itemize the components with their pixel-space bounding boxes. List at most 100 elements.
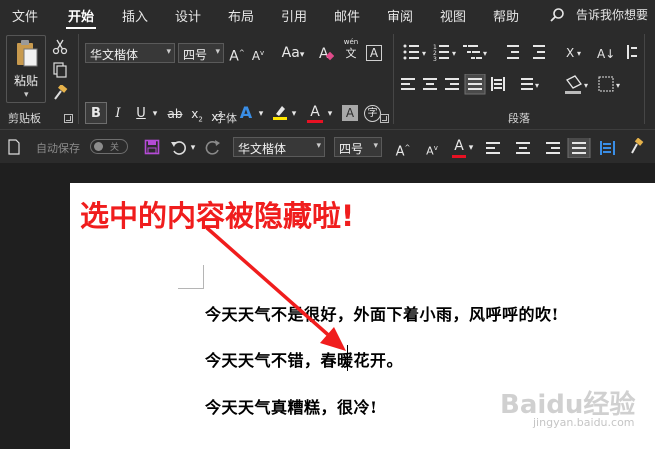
chevron-down-icon: ▾ bbox=[316, 141, 321, 151]
cut-icon[interactable] bbox=[52, 39, 68, 55]
shrink-font-button[interactable]: Av bbox=[250, 44, 266, 63]
qat-font-size-dropdown[interactable]: 四号 ▾ bbox=[334, 137, 382, 157]
toggle-knob bbox=[94, 142, 103, 151]
menu-references[interactable]: 引用 bbox=[281, 6, 307, 25]
save-icon[interactable] bbox=[144, 139, 160, 155]
chevron-down-icon[interactable]: ▾ bbox=[256, 105, 266, 123]
caret-up-icon: ^ bbox=[238, 49, 245, 57]
underline-button[interactable]: U bbox=[133, 105, 149, 123]
redo-icon[interactable] bbox=[205, 139, 221, 155]
font-size-dropdown[interactable]: 四号 ▾ bbox=[178, 43, 224, 63]
clear-formatting-icon[interactable]: A bbox=[318, 45, 334, 61]
svg-text:▾: ▾ bbox=[452, 49, 456, 58]
undo-icon[interactable] bbox=[170, 139, 186, 155]
qat-font-name-value: 华文楷体 bbox=[238, 142, 287, 156]
paragraph-align-toolbar: ▾ ▾ ▾ bbox=[401, 74, 620, 95]
highlighter-icon[interactable] bbox=[272, 104, 288, 120]
clipboard-launcher-icon[interactable] bbox=[64, 114, 73, 123]
font-launcher-icon[interactable] bbox=[380, 114, 389, 123]
qat-align-toolbar bbox=[486, 138, 644, 158]
autosave-toggle[interactable]: 关 bbox=[90, 139, 128, 154]
svg-text:A: A bbox=[319, 46, 329, 61]
chevron-down-icon: ▾ bbox=[373, 141, 378, 151]
character-shading-button[interactable]: A bbox=[342, 105, 358, 121]
phonetic-guide-button[interactable]: wén 文 bbox=[340, 37, 362, 67]
strikethrough-button[interactable]: ab bbox=[166, 105, 184, 123]
font-color-swatch bbox=[307, 120, 323, 123]
phonetic-guide-bottom: 文 bbox=[345, 47, 357, 60]
svg-text:▾: ▾ bbox=[584, 81, 588, 90]
paste-label: 粘贴 bbox=[14, 74, 39, 88]
menu-design[interactable]: 设计 bbox=[175, 6, 201, 25]
chevron-down-icon: ▾ bbox=[299, 50, 305, 60]
autosave-state: 关 bbox=[110, 143, 120, 153]
search-icon[interactable] bbox=[549, 7, 565, 23]
qat-font-size-value: 四号 bbox=[339, 142, 364, 156]
menu-review[interactable]: 审阅 bbox=[387, 6, 413, 25]
qat-grow-font-button[interactable]: A^ bbox=[395, 139, 411, 160]
text-effects-button[interactable]: A bbox=[238, 104, 254, 122]
svg-text:▾: ▾ bbox=[483, 49, 487, 58]
format-painter-icon[interactable] bbox=[52, 85, 68, 101]
character-border-button[interactable]: A bbox=[366, 45, 382, 61]
grow-font-button[interactable]: A^ bbox=[229, 44, 245, 65]
menu-layout[interactable]: 布局 bbox=[228, 6, 254, 25]
tell-me-search[interactable]: 告诉我你想要 bbox=[576, 6, 648, 23]
svg-text:▾: ▾ bbox=[577, 49, 581, 58]
paragraph-group-label: 段落 bbox=[508, 112, 530, 125]
chevron-down-icon: ▾ bbox=[24, 90, 29, 100]
font-color-button[interactable]: A bbox=[307, 103, 323, 121]
menu-mailings[interactable]: 邮件 bbox=[334, 6, 360, 25]
change-case-button[interactable]: Aa▾ bbox=[278, 44, 308, 62]
menu-view[interactable]: 视图 bbox=[440, 6, 466, 25]
caret-up-icon: ^ bbox=[404, 144, 411, 152]
svg-text:3: 3 bbox=[433, 56, 437, 62]
group-separator bbox=[393, 34, 394, 124]
active-tab-indicator bbox=[66, 27, 96, 29]
bold-button[interactable]: B bbox=[88, 105, 104, 123]
annotation-callout: 选中的内容被隐藏啦! bbox=[80, 199, 355, 233]
menu-bar: 文件 开始 插入 设计 布局 引用 邮件 审阅 视图 帮助 告诉我你想要 bbox=[0, 0, 655, 30]
menu-file[interactable]: 文件 bbox=[12, 6, 38, 25]
margin-corner-mark bbox=[178, 265, 204, 289]
font-group-label: 字体 bbox=[215, 112, 237, 125]
chevron-down-icon[interactable]: ▾ bbox=[188, 139, 198, 157]
font-name-dropdown[interactable]: 华文楷体 ▾ bbox=[85, 43, 175, 63]
qat-shrink-font-button[interactable]: Av bbox=[424, 139, 440, 158]
chevron-down-icon[interactable]: ▾ bbox=[289, 105, 299, 123]
new-document-icon[interactable] bbox=[6, 139, 22, 155]
ribbon: 粘贴 ▾ 剪贴板 华文楷体 ▾ 四号 ▾ A^ Av Aa▾ A wén 文 A… bbox=[0, 30, 655, 129]
copy-icon[interactable] bbox=[52, 62, 68, 78]
italic-button[interactable]: I bbox=[112, 105, 124, 123]
qat-font-color-button[interactable]: A bbox=[452, 137, 466, 155]
qat-grow-glyph: A bbox=[395, 144, 405, 160]
paste-button[interactable]: 粘贴 ▾ bbox=[6, 35, 46, 103]
clipboard-icon bbox=[17, 40, 38, 67]
subscript-button[interactable]: x2 bbox=[190, 105, 204, 123]
quick-access-toolbar: 自动保存 关 ▾ 华文楷体 ▾ 四号 ▾ A^ Av A ▾ bbox=[0, 129, 655, 163]
document-line-3[interactable]: 今天天气真糟糕，很冷! bbox=[205, 394, 378, 418]
chevron-down-icon: ▾ bbox=[215, 47, 220, 57]
font-name-value: 华文楷体 bbox=[90, 48, 139, 62]
document-line-2[interactable]: 今天天气不错，春暖花开。 bbox=[205, 347, 403, 371]
chevron-down-icon[interactable]: ▾ bbox=[325, 105, 335, 123]
chevron-down-icon: ▾ bbox=[166, 47, 171, 57]
group-separator bbox=[78, 34, 79, 124]
enclose-characters-button[interactable]: 字 bbox=[364, 105, 381, 122]
qat-font-name-dropdown[interactable]: 华文楷体 ▾ bbox=[233, 137, 325, 157]
svg-text:▾: ▾ bbox=[616, 81, 620, 90]
menu-insert[interactable]: 插入 bbox=[122, 6, 148, 25]
svg-text:A↓: A↓ bbox=[597, 47, 615, 61]
paragraph-list-toolbar: ▾ 123 ▾ ▾ X ▾ A↓ bbox=[403, 44, 637, 62]
svg-text:X: X bbox=[566, 46, 574, 60]
chevron-down-icon[interactable]: ▾ bbox=[150, 105, 160, 123]
clipboard-group-label: 剪贴板 bbox=[8, 112, 41, 125]
menu-help[interactable]: 帮助 bbox=[493, 6, 519, 25]
text-cursor bbox=[347, 345, 348, 371]
chevron-down-icon[interactable]: ▾ bbox=[466, 139, 476, 157]
qat-shrink-glyph: A bbox=[426, 144, 434, 158]
document-line-1[interactable]: 今天天气不是很好，外面下着小雨，风呼呼的吹! bbox=[205, 301, 559, 325]
caret-down-icon: v bbox=[260, 49, 265, 57]
group-separator bbox=[644, 34, 645, 124]
menu-home[interactable]: 开始 bbox=[68, 6, 94, 25]
